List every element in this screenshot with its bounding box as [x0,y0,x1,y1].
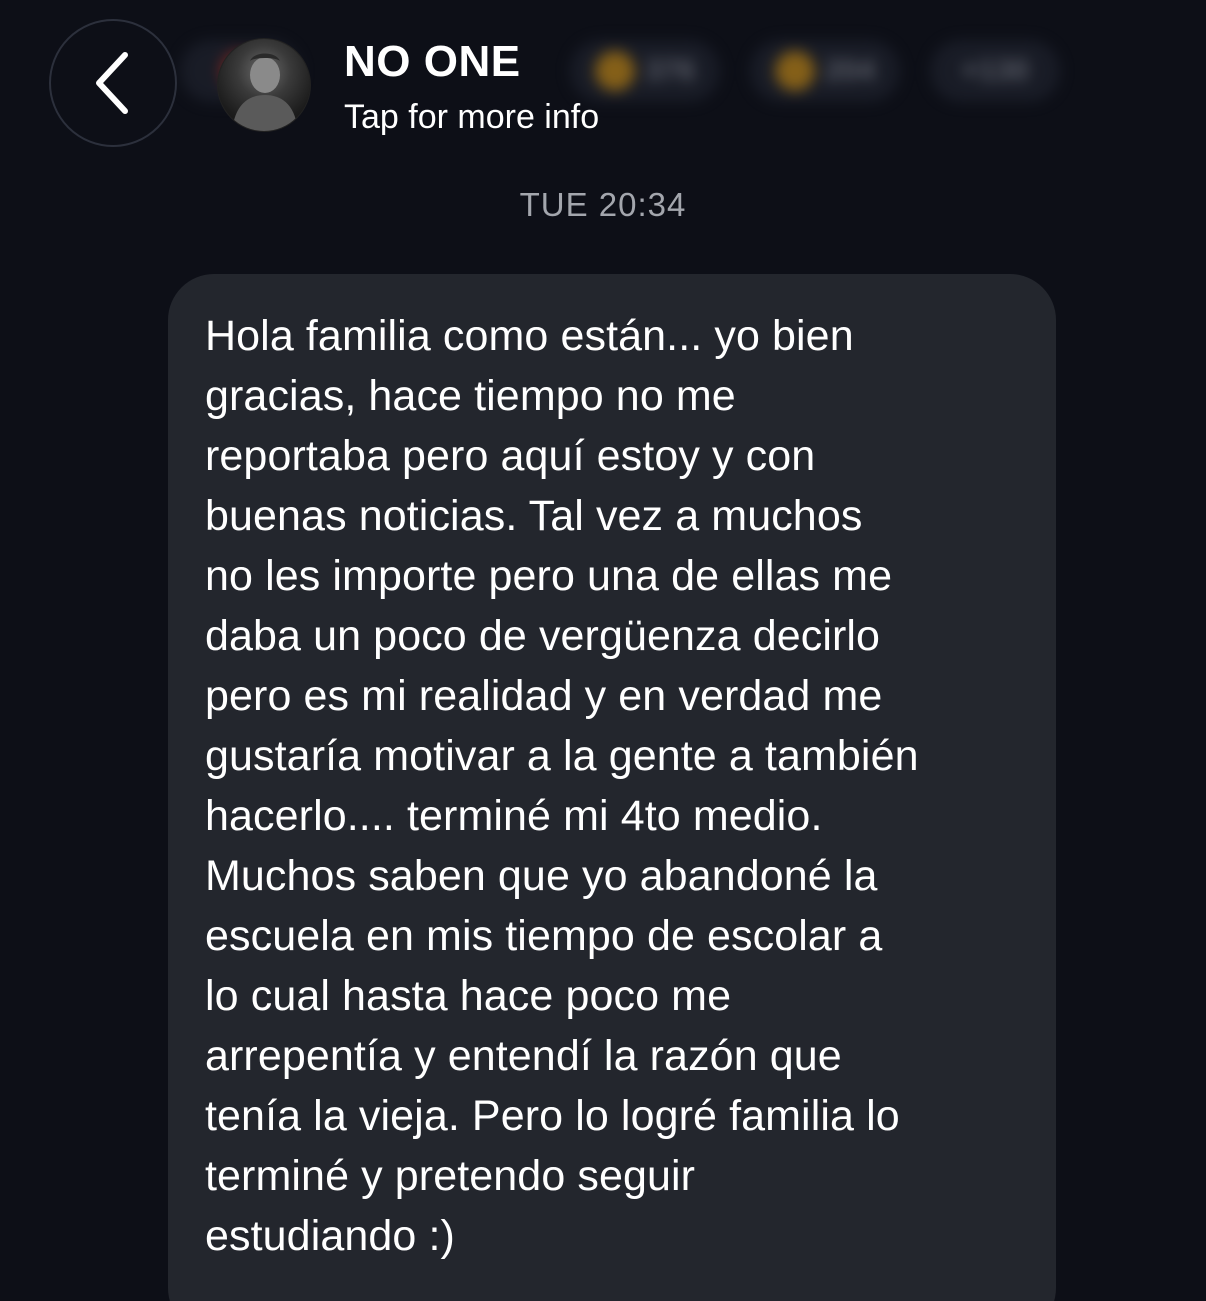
reaction-count: +130 [961,54,1029,87]
reaction-chip-more: +130 [930,40,1060,102]
thumbs-up-icon [594,51,635,91]
chevron-left-icon [96,52,128,114]
avatar-silhouette-icon [232,53,298,131]
message-bubble[interactable]: Hola familia como están... yo bien graci… [168,274,1056,1301]
reaction-count: 376 [644,54,696,87]
laughing-face-icon [774,51,815,91]
reaction-count: 204 [824,54,876,87]
back-button[interactable] [49,19,177,147]
message-timestamp: TUE 20:34 [519,186,687,223]
reactions-bar: 376 204 +130 [180,32,1080,112]
reaction-chip-thumbs: 376 [570,40,720,102]
reaction-chip-laugh: 204 [750,40,900,102]
contact-name[interactable]: NO ONE [344,36,521,88]
chat-screen: 376 204 +130 NO ONE Tap for more info TU… [0,0,1206,1301]
message-text: Hola familia como están... yo bien graci… [205,312,919,1260]
avatar[interactable] [217,38,311,132]
contact-info-link[interactable]: Tap for more info [344,96,599,138]
